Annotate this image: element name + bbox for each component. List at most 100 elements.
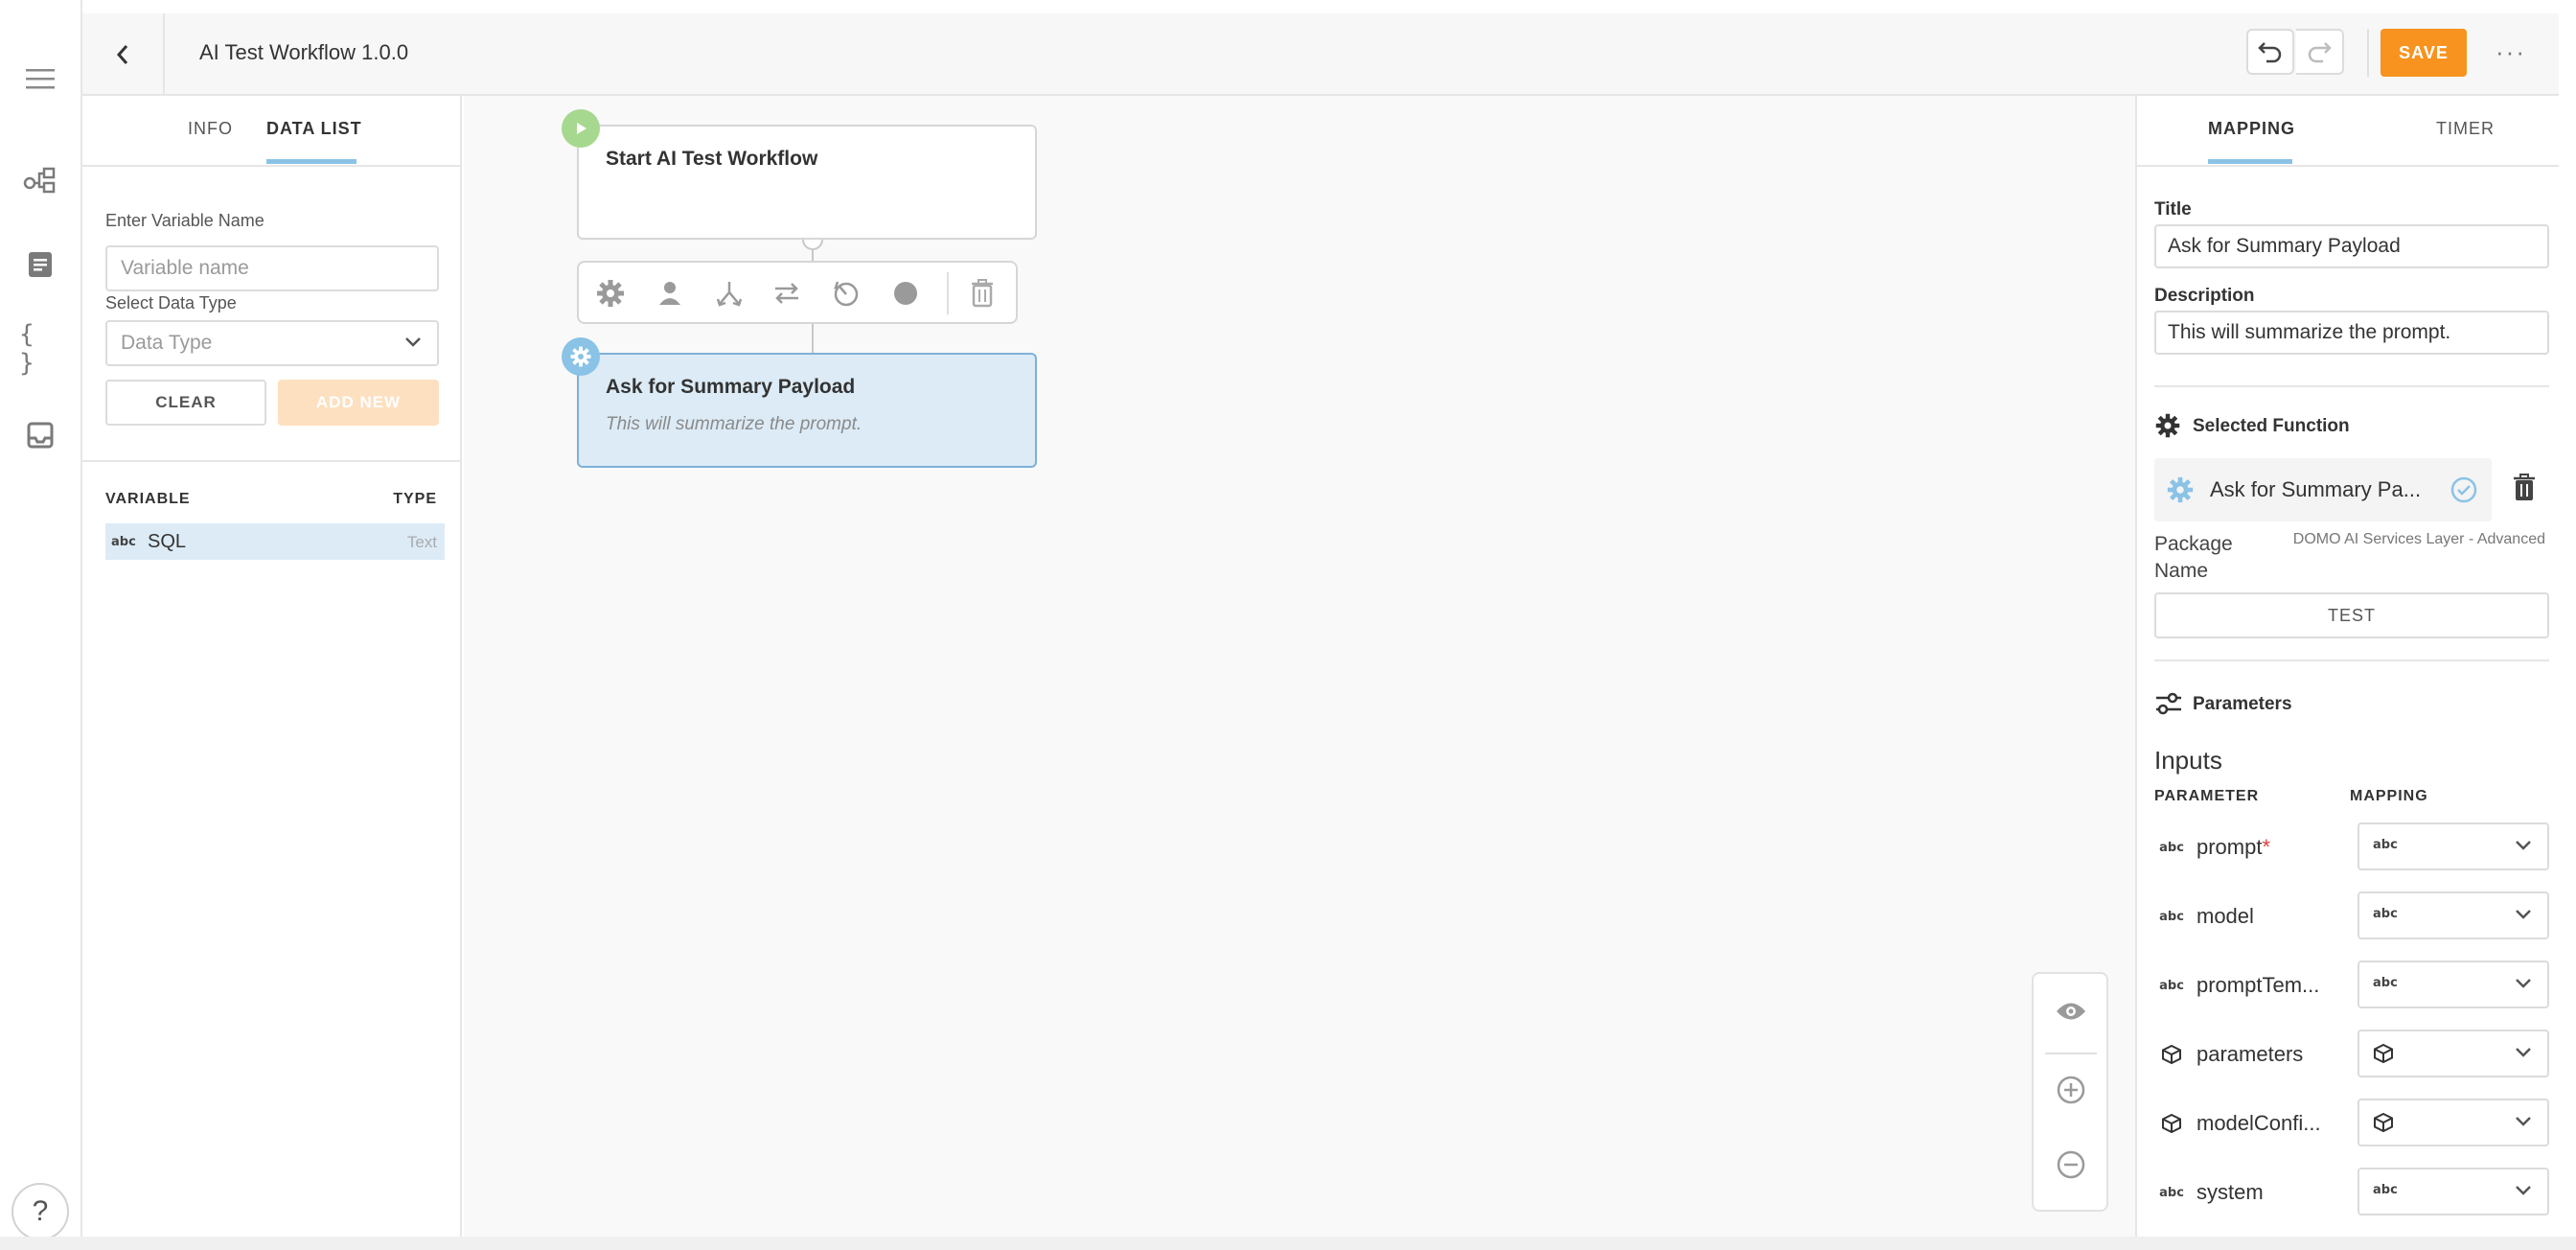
abc-glyph: abc — [2373, 1183, 2398, 1197]
play-icon — [562, 109, 600, 148]
tab-data-list[interactable]: DATA LIST — [266, 119, 362, 139]
variable-name-placeholder: Variable name — [121, 257, 249, 279]
start-node-title: Start AI Test Workflow — [606, 148, 818, 170]
function-name: Ask for Summary Pa... — [2210, 477, 2422, 501]
mapping-panel: MAPPING TIMER Title Ask for Summary Payl… — [2135, 96, 2559, 1237]
mapping-select[interactable]: abc — [2358, 822, 2549, 870]
save-button[interactable]: SAVE — [2380, 29, 2467, 77]
stop-circle-icon[interactable] — [889, 277, 922, 310]
param-name: prompt* — [2196, 835, 2270, 860]
param-name: model — [2196, 904, 2254, 928]
more-options-button[interactable]: ··· — [2484, 35, 2538, 69]
variable-name: SQL — [148, 531, 187, 552]
cube-icon — [2160, 1113, 2183, 1134]
hamburger-menu-icon[interactable] — [19, 58, 61, 100]
undo-icon — [2258, 42, 2282, 63]
selected-function-card[interactable]: Ask for Summary Pa... — [2154, 458, 2492, 521]
title-value: Ask for Summary Payload — [2168, 235, 2401, 257]
workflow-diagram-icon[interactable] — [19, 159, 61, 201]
chevron-down-icon — [2516, 1186, 2531, 1195]
check-circle-icon — [2450, 476, 2477, 503]
help-button[interactable]: ? — [12, 1183, 69, 1240]
mapping-select[interactable] — [2358, 1030, 2549, 1077]
table-row[interactable]: abc SQL Text — [105, 523, 445, 560]
param-row-prompt: abc prompt* abc — [2154, 822, 2549, 872]
text-type-icon: abc — [111, 535, 136, 549]
trash-icon[interactable] — [966, 277, 999, 310]
back-button[interactable] — [82, 13, 165, 96]
mapping-select[interactable] — [2358, 1099, 2549, 1146]
package-name-label: Package Name — [2154, 533, 2233, 582]
clear-button[interactable]: CLEAR — [105, 380, 266, 426]
document-icon[interactable] — [19, 243, 61, 286]
selected-function-node[interactable]: Ask for Summary Payload This will summar… — [577, 353, 1037, 468]
data-type-label: Select Data Type — [105, 293, 237, 312]
mapping-select[interactable]: abc — [2358, 891, 2549, 939]
data-type-value: Data Type — [121, 332, 213, 354]
timer-icon[interactable] — [830, 277, 862, 310]
right-panel-tabs: MAPPING TIMER — [2137, 96, 2559, 167]
package-name-value: DOMO AI Services Layer - Advanced — [2292, 531, 2545, 547]
cube-icon — [2160, 1044, 2183, 1065]
gear-icon[interactable] — [594, 277, 627, 310]
param-row-model: abc model abc — [2154, 891, 2549, 941]
param-row-parameters: parameters — [2154, 1030, 2549, 1079]
cube-icon — [2374, 1043, 2393, 1064]
toolbar-divider — [947, 272, 949, 314]
redo-button[interactable] — [2296, 29, 2344, 75]
eye-icon[interactable] — [2053, 993, 2089, 1030]
add-new-button[interactable]: ADD NEW — [278, 380, 439, 426]
test-button[interactable]: TEST — [2154, 592, 2549, 638]
zoom-in-icon[interactable] — [2053, 1072, 2089, 1108]
gear-icon — [2155, 413, 2180, 438]
workflow-canvas[interactable]: Start AI Test Workflow Ask for Summary P… — [464, 96, 2135, 1237]
variable-type: Text — [406, 533, 437, 551]
tab-timer[interactable]: TIMER — [2436, 119, 2495, 139]
inbox-icon[interactable] — [19, 414, 61, 456]
parameters-label: Parameters — [2193, 694, 2292, 714]
chevron-down-icon — [2516, 1048, 2531, 1057]
abc-glyph: abc — [2159, 1185, 2184, 1200]
data-type-select[interactable]: Data Type — [105, 320, 439, 366]
text-type-icon: abc — [2159, 975, 2184, 996]
col-mapping-header: MAPPING — [2350, 788, 2428, 804]
text-type-icon: abc — [2159, 837, 2184, 858]
zoom-controls — [2032, 972, 2108, 1212]
tab-info[interactable]: INFO — [188, 119, 233, 139]
abc-glyph: abc — [2373, 976, 2398, 990]
title-input[interactable]: Ask for Summary Payload — [2154, 224, 2549, 268]
branch-split-icon[interactable] — [713, 277, 746, 310]
cube-icon — [2374, 1112, 2393, 1133]
selected-function-label: Selected Function — [2193, 416, 2350, 436]
variable-name-input[interactable]: Variable name — [105, 245, 439, 291]
swap-arrows-icon[interactable] — [770, 277, 803, 310]
function-gear-badge-icon — [562, 337, 600, 376]
left-panel-tabs: INFO DATA LIST — [82, 96, 460, 167]
mapping-select[interactable]: abc — [2358, 961, 2549, 1008]
node-toolbar — [577, 261, 1018, 324]
mapping-select[interactable]: abc — [2358, 1168, 2549, 1215]
abc-glyph: abc — [2159, 978, 2184, 993]
description-label: Description — [2154, 286, 2255, 306]
abc-glyph: abc — [2373, 907, 2398, 921]
text-type-icon: abc — [2159, 1182, 2184, 1203]
chevron-down-icon — [405, 337, 421, 347]
undo-button[interactable] — [2246, 29, 2294, 75]
description-value: This will summarize the prompt. — [2168, 321, 2451, 343]
title-label: Title — [2154, 199, 2192, 220]
active-tab-indicator — [266, 159, 356, 164]
code-braces-icon[interactable]: { } — [19, 320, 61, 378]
zoom-out-icon[interactable] — [2053, 1146, 2089, 1183]
required-mark: * — [2262, 835, 2271, 859]
user-icon[interactable] — [654, 277, 686, 310]
variable-name-label: Enter Variable Name — [105, 211, 264, 230]
delete-function-icon[interactable] — [2513, 474, 2536, 502]
param-row-prompt-template: abc promptTem... abc — [2154, 961, 2549, 1010]
help-label: ? — [32, 1195, 49, 1227]
tab-mapping[interactable]: MAPPING — [2208, 119, 2295, 139]
chevron-down-icon — [2516, 841, 2531, 850]
description-input[interactable]: This will summarize the prompt. — [2154, 311, 2549, 355]
function-gear-icon — [2167, 476, 2194, 503]
start-node[interactable]: Start AI Test Workflow — [577, 125, 1037, 240]
sliders-icon — [2156, 692, 2181, 715]
